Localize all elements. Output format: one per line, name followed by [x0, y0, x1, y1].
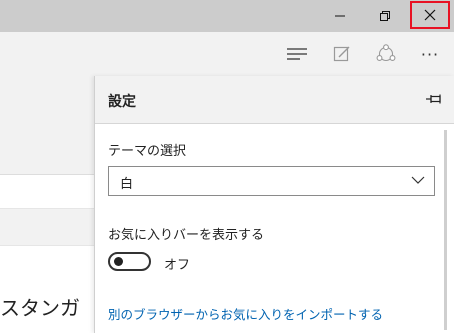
- theme-label: テーマの選択: [108, 144, 187, 159]
- share-button[interactable]: [373, 42, 399, 66]
- hub-icon: [287, 48, 307, 60]
- close-icon: [424, 9, 436, 21]
- favorites-bar-state: オフ: [164, 258, 191, 273]
- minimize-button[interactable]: [317, 0, 363, 32]
- theme-select-value: 白: [120, 177, 134, 192]
- page-divider: [0, 174, 95, 175]
- settings-scrollbar[interactable]: [442, 124, 450, 333]
- restore-button[interactable]: [362, 0, 408, 32]
- page-region: [0, 208, 95, 246]
- close-button[interactable]: [410, 1, 450, 29]
- more-button[interactable]: ···: [417, 42, 443, 66]
- toggle-knob: [114, 257, 123, 266]
- restore-icon: [380, 11, 390, 21]
- pin-button[interactable]: [425, 91, 443, 107]
- hub-button[interactable]: [284, 42, 310, 66]
- web-note-button[interactable]: [329, 42, 355, 66]
- settings-title: 設定: [108, 94, 136, 110]
- import-favorites-link[interactable]: 別のブラウザーからお気に入りをインポートする: [108, 304, 383, 323]
- minimize-icon: [335, 15, 345, 17]
- pin-icon: [426, 94, 441, 104]
- web-note-icon: [333, 46, 350, 62]
- theme-select[interactable]: 白: [108, 166, 435, 196]
- more-icon: ···: [420, 44, 440, 64]
- browser-toolbar: ···: [0, 32, 454, 76]
- share-icon: [376, 44, 396, 62]
- title-bar: [0, 0, 454, 32]
- page-region: [0, 76, 95, 174]
- settings-pane: 設定 テーマの選択 白 お気に入りバーを表示する オフ 別のブラウザーからお気に…: [94, 76, 454, 333]
- chevron-down-icon: [411, 176, 425, 184]
- settings-header: 設定: [95, 76, 454, 124]
- scrollbar-thumb[interactable]: [444, 130, 447, 330]
- page-text: スタンガ: [0, 296, 80, 320]
- favorites-bar-toggle[interactable]: [108, 252, 151, 271]
- favorites-bar-label: お気に入りバーを表示する: [108, 228, 265, 243]
